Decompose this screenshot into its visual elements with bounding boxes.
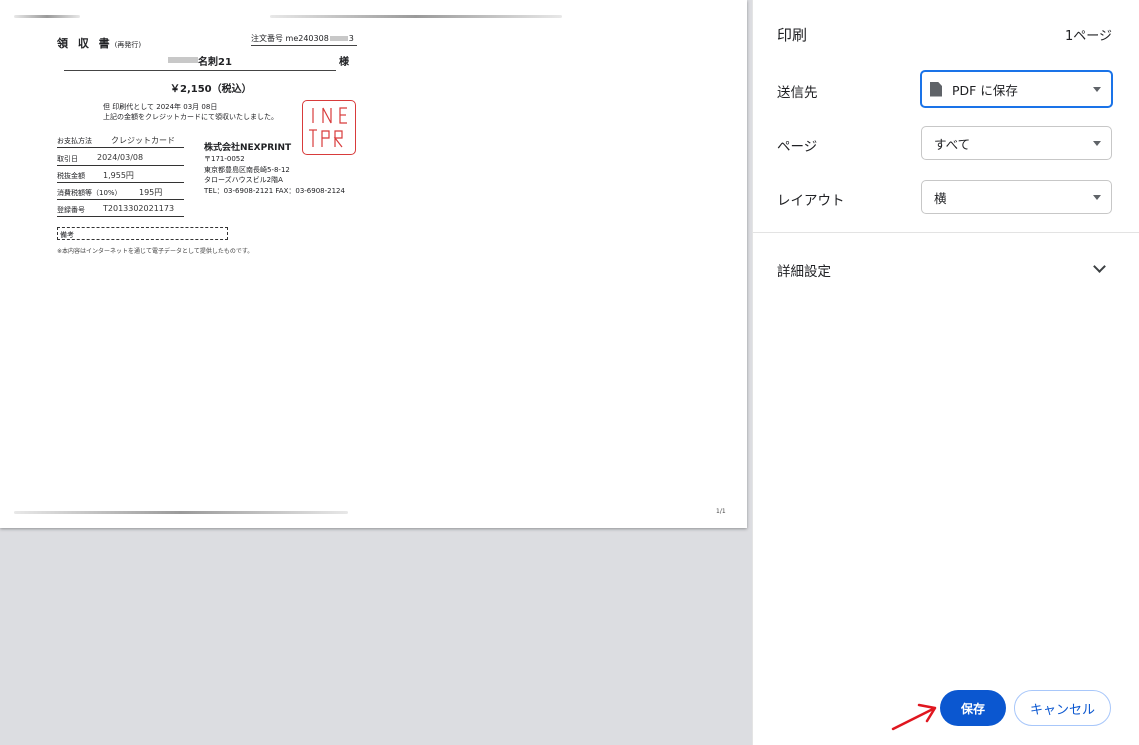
panel-divider: [753, 232, 1139, 233]
pages-select[interactable]: すべて: [921, 126, 1112, 160]
destination-label: 送信先: [777, 85, 818, 101]
page-count: 1ページ: [1064, 29, 1112, 44]
info-row-tax: 消費税額等（10%） 195円: [57, 185, 184, 200]
pages-label: ページ: [777, 139, 818, 155]
red-arrow-annotation: [891, 703, 937, 731]
layout-select[interactable]: 横: [921, 180, 1112, 214]
receipt-title: 領 収 書 (再発行): [57, 37, 142, 50]
advanced-settings-toggle[interactable]: 詳細設定: [777, 260, 831, 280]
caret-down-icon: [1093, 141, 1101, 146]
memo-box: 備考: [57, 227, 228, 240]
chevron-down-icon[interactable]: [1093, 260, 1106, 273]
order-number: 注文番号 me240308 3: [251, 33, 357, 46]
blurred-header-center: [270, 15, 562, 18]
info-row-registration: 登録番号 T2013302021173: [57, 202, 184, 217]
layout-value: 横: [934, 190, 947, 206]
receipt-amount: ￥2,150（税込）: [170, 84, 252, 95]
info-row-date: 取引日 2024/03/08: [57, 151, 184, 166]
pages-value: すべて: [934, 136, 971, 152]
document-icon: [930, 81, 942, 97]
honorific: 様: [339, 57, 349, 68]
customer-name: 名刺21: [198, 57, 232, 68]
receipt-title-sub: (再発行): [114, 41, 142, 49]
info-row-payment: お支払方法 クレジットカード: [57, 133, 184, 148]
info-row-subtotal: 税抜金額 1,955円: [57, 168, 184, 183]
print-preview-area: 領 収 書 (再発行) 注文番号 me240308 3 名刺21 様 ￥2,150（…: [0, 0, 752, 745]
destination-select[interactable]: PDF に保存: [920, 70, 1113, 108]
receipt-note: 但 印刷代として 2024年 03月 08日 上記の金額をクレジットカードにて領…: [103, 103, 278, 121]
company-name: 株式会社NEXPRINT: [204, 143, 292, 153]
save-button[interactable]: 保存: [940, 690, 1006, 726]
blurred-footer: [14, 511, 348, 514]
preview-page: 領 収 書 (再発行) 注文番号 me240308 3 名刺21 様 ￥2,150（…: [0, 0, 747, 528]
masked-digits: [329, 36, 348, 41]
receipt-footnote: ※本内容はインターネットを通じて電子データとして提供したものです。: [57, 248, 254, 255]
company-seal-stamp: [302, 100, 356, 155]
caret-down-icon: [1093, 87, 1101, 92]
cancel-button[interactable]: キャンセル: [1014, 690, 1111, 726]
print-title: 印刷: [777, 26, 808, 44]
caret-down-icon: [1093, 195, 1101, 200]
print-settings-panel: 印刷 1ページ 送信先 PDF に保存 ページ すべて レイアウト 横 詳細設定…: [752, 0, 1139, 745]
layout-label: レイアウト: [777, 193, 845, 209]
company-address: 〒171-0052 東京都豊島区南長崎5-8-12 タローズハウスビル2階A T…: [204, 155, 345, 195]
page-number: 1/1: [716, 508, 726, 515]
blurred-header-left: [14, 15, 80, 18]
destination-value: PDF に保存: [952, 82, 1018, 98]
customer-name-line: 名刺21: [64, 52, 336, 71]
masked-name: [168, 57, 198, 63]
